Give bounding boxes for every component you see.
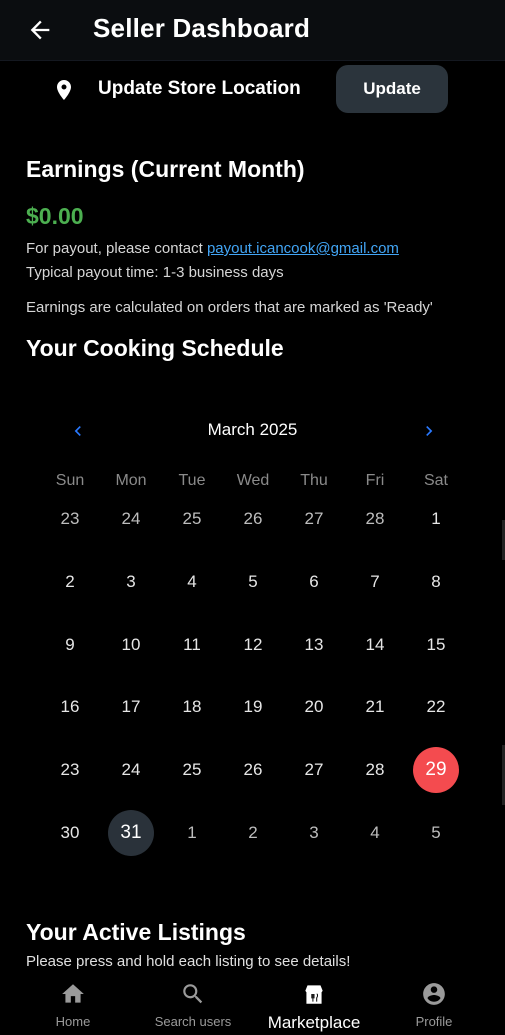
payout-email-link[interactable]: payout.icancook@gmail.com: [207, 240, 399, 257]
calendar-header: March 2025: [0, 418, 505, 444]
weekday-label: Tue: [178, 472, 206, 489]
payout-time-text: Typical payout time: 1-3 business days: [26, 264, 284, 281]
calendar-day[interactable]: 21: [352, 684, 398, 730]
calendar-day[interactable]: 2: [230, 810, 276, 856]
calendar-day[interactable]: 25: [169, 747, 215, 793]
calendar-day[interactable]: 24: [108, 496, 154, 542]
app-bar: Seller Dashboard: [0, 0, 505, 61]
nav-marketplace[interactable]: Marketplace: [251, 975, 377, 1035]
calendar-day[interactable]: 26: [230, 496, 276, 542]
calendar-day[interactable]: 1: [169, 810, 215, 856]
calendar-day[interactable]: 2: [47, 559, 93, 605]
nav-profile-label: Profile: [415, 1014, 453, 1029]
back-arrow-icon[interactable]: [26, 16, 54, 44]
schedule-heading: Your Cooking Schedule: [26, 335, 284, 361]
calendar-day[interactable]: 25: [169, 496, 215, 542]
store-location-row: Update Store Location Update: [0, 62, 505, 118]
calendar-day[interactable]: 22: [413, 684, 459, 730]
weekday-label: Mon: [115, 472, 147, 489]
weekday-label: Sat: [423, 472, 448, 489]
nav-marketplace-label: Marketplace: [267, 1013, 361, 1032]
calendar-day[interactable]: 17: [108, 684, 154, 730]
calendar-day[interactable]: 3: [108, 559, 154, 605]
calendar-day[interactable]: 30: [47, 810, 93, 856]
earnings-amount: $0.00: [26, 203, 84, 229]
home-icon: [62, 984, 84, 1003]
listings-heading: Your Active Listings: [26, 919, 246, 945]
calendar-day[interactable]: 23: [47, 747, 93, 793]
bottom-navigation: Home Search users Marketplace Profile: [0, 975, 505, 1035]
calendar-day[interactable]: 28: [352, 496, 398, 542]
calendar-day[interactable]: 13: [291, 622, 337, 668]
weekday-label: Sun: [55, 472, 85, 489]
storefront-icon: [305, 985, 323, 1004]
update-location-button[interactable]: Update: [336, 65, 448, 113]
weekday-label: Fri: [365, 472, 385, 489]
nav-search-users-label: Search users: [154, 1014, 232, 1029]
calendar-day[interactable]: 19: [230, 684, 276, 730]
nav-home[interactable]: Home: [10, 975, 136, 1035]
calendar-day[interactable]: 8: [413, 559, 459, 605]
calendar-day[interactable]: 14: [352, 622, 398, 668]
earnings-note: Earnings are calculated on orders that a…: [26, 299, 433, 316]
nav-search-users[interactable]: Search users: [130, 975, 256, 1035]
calendar-day[interactable]: 3: [291, 810, 337, 856]
calendar-day[interactable]: 27: [291, 747, 337, 793]
calendar-day[interactable]: 9: [47, 622, 93, 668]
weekday-label: Thu: [300, 472, 328, 489]
payout-contact: For payout, please contact payout.icanco…: [26, 240, 399, 257]
calendar-day[interactable]: 5: [230, 559, 276, 605]
nav-profile[interactable]: Profile: [371, 975, 497, 1035]
calendar-day[interactable]: 24: [108, 747, 154, 793]
store-location-label: Update Store Location: [98, 78, 301, 99]
calendar-day[interactable]: 27: [291, 496, 337, 542]
calendar-day[interactable]: 26: [230, 747, 276, 793]
calendar-day[interactable]: 15: [413, 622, 459, 668]
location-pin-icon: [57, 80, 71, 100]
weekday-label: Wed: [236, 472, 270, 489]
calendar-day[interactable]: 10: [108, 622, 154, 668]
calendar-day[interactable]: 16: [47, 684, 93, 730]
calendar-day[interactable]: 1: [413, 496, 459, 542]
calendar-day[interactable]: 4: [352, 810, 398, 856]
earnings-heading: Earnings (Current Month): [26, 156, 305, 182]
search-icon: [183, 984, 203, 1004]
calendar-day[interactable]: 7: [352, 559, 398, 605]
calendar-day[interactable]: 18: [169, 684, 215, 730]
calendar-day[interactable]: 20: [291, 684, 337, 730]
nav-home-label: Home: [55, 1014, 91, 1029]
chevron-right-icon[interactable]: [419, 421, 439, 441]
account-circle-icon: [423, 983, 445, 1005]
listings-hint: Please press and hold each listing to se…: [26, 953, 351, 970]
calendar-day[interactable]: 23: [47, 496, 93, 542]
page-title: Seller Dashboard: [93, 13, 311, 43]
calendar-day[interactable]: 12: [230, 622, 276, 668]
calendar-day[interactable]: 6: [291, 559, 337, 605]
calendar-day[interactable]: 11: [169, 622, 215, 668]
calendar-day[interactable]: 4: [169, 559, 215, 605]
calendar-day[interactable]: 29: [413, 747, 459, 793]
calendar-day[interactable]: 28: [352, 747, 398, 793]
payout-contact-prefix: For payout, please contact: [26, 240, 207, 257]
calendar-day[interactable]: 31: [108, 810, 154, 856]
calendar-day[interactable]: 5: [413, 810, 459, 856]
